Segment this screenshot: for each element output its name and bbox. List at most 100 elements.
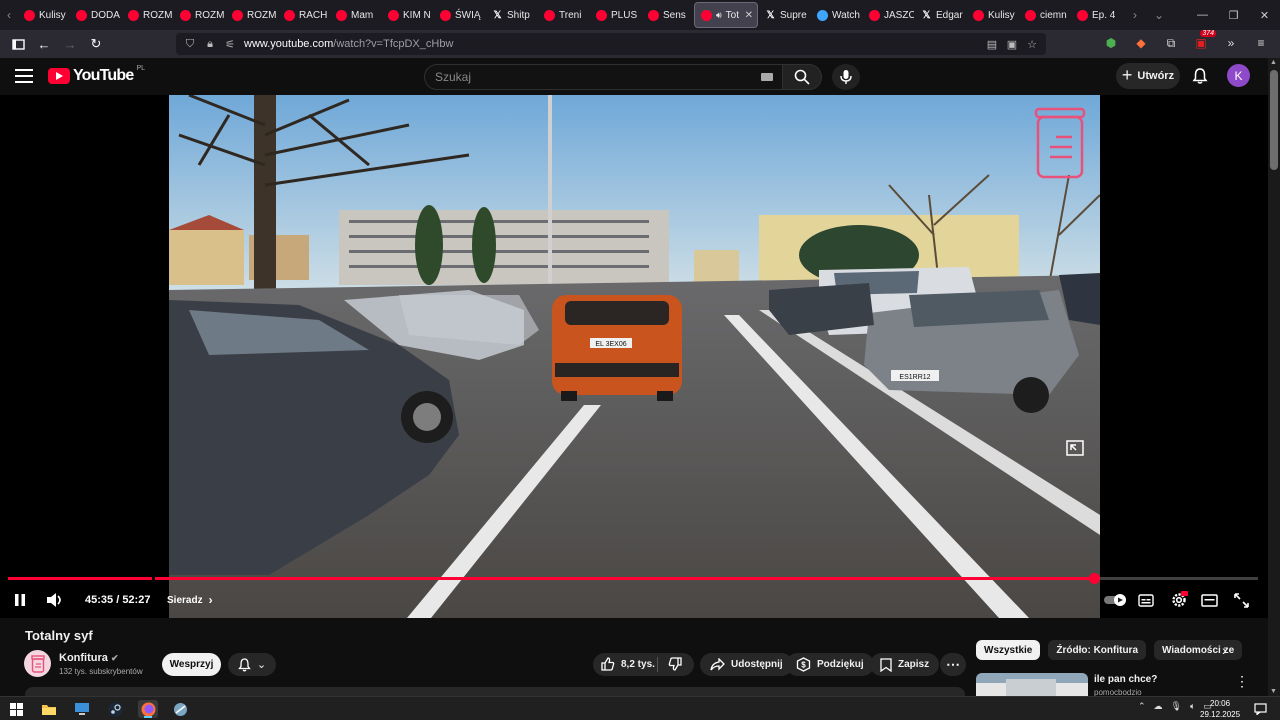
permissions-icon[interactable]: ⚟	[224, 38, 236, 51]
browser-tab[interactable]: ROZM	[226, 2, 277, 28]
filter-chip[interactable]: Źródło: Konfitura	[1048, 640, 1147, 660]
pip-icon[interactable]: ▣	[1006, 38, 1018, 51]
dislike-button[interactable]	[668, 657, 682, 676]
close-tab-icon[interactable]: ✕	[745, 10, 753, 21]
app-icon[interactable]	[170, 700, 190, 718]
browser-tab[interactable]: Watch	[811, 2, 862, 28]
guide-menu-icon[interactable]	[15, 69, 33, 87]
notifications-center-icon[interactable]	[1250, 700, 1270, 718]
browser-tab[interactable]: 𝕏 Supre	[759, 2, 810, 28]
tray-overflow-icon[interactable]: ⌃	[1138, 701, 1146, 712]
address-bar[interactable]: ⛉ 🔒︎ ⚟ www.youtube.com/watch?v=TfcpDX_cH…	[176, 33, 1046, 55]
notification-extension-icon[interactable]: ▣ 374	[1192, 30, 1216, 52]
firefox-icon[interactable]	[138, 700, 158, 718]
browser-tab[interactable]: DODA	[70, 2, 121, 28]
page-scrollbar[interactable]: ▲ ▼	[1268, 58, 1280, 696]
browser-tab[interactable]: ciemn	[1019, 2, 1070, 28]
reload-icon[interactable]: ↻	[84, 32, 108, 56]
description-box[interactable]	[25, 687, 965, 696]
channel-avatar[interactable]	[24, 650, 51, 677]
forward-icon[interactable]: →	[58, 32, 82, 56]
tab-scroll-left-icon[interactable]: ‹	[0, 0, 18, 30]
search-input[interactable]: Szukaj	[424, 64, 784, 90]
shield-icon[interactable]: ⛉	[184, 38, 196, 51]
recommended-menu-icon[interactable]: ⋮	[1235, 673, 1249, 690]
chips-next-icon[interactable]: ›	[1222, 642, 1227, 658]
notifications-bell-icon[interactable]	[1191, 67, 1209, 85]
reader-view-icon[interactable]: ▤	[986, 38, 998, 51]
lock-icon[interactable]: 🔒︎	[204, 38, 216, 51]
steam-icon[interactable]	[105, 700, 125, 718]
browser-tab[interactable]: Sens	[642, 2, 693, 28]
browser-tab[interactable]: Treni	[538, 2, 589, 28]
file-explorer-icon[interactable]	[39, 700, 59, 718]
browser-tab[interactable]: RACH	[278, 2, 329, 28]
browser-tab[interactable]: Kulisy	[18, 2, 69, 28]
like-button[interactable]: 8,2 tys.	[601, 657, 655, 671]
mute-button[interactable]	[46, 589, 64, 611]
filter-chip[interactable]: Wiadomości ze	[1154, 640, 1243, 660]
progress-bar[interactable]	[8, 573, 1258, 584]
browser-tab[interactable]: Ep. 4	[1071, 2, 1122, 28]
browser-tab[interactable]: ROZM	[174, 2, 225, 28]
youtube-logo[interactable]: YouTube PL	[48, 65, 145, 85]
browser-tab[interactable]: Mam	[330, 2, 381, 28]
chapter-button[interactable]: Sieradz ›	[167, 589, 213, 611]
create-button[interactable]: + Utwórz	[1116, 63, 1180, 89]
recommended-thumbnail[interactable]	[976, 673, 1088, 696]
browser-tab[interactable]: PLUS	[590, 2, 641, 28]
ublock-icon[interactable]: ⬢	[1102, 34, 1120, 52]
pause-button[interactable]	[13, 589, 27, 611]
speaker-icon[interactable]: 🔈︎	[1190, 701, 1195, 712]
app-menu-icon[interactable]: ≡	[1252, 34, 1270, 52]
minimize-icon[interactable]: —	[1187, 0, 1218, 30]
scroll-up-icon[interactable]: ▲	[1270, 59, 1277, 66]
support-button[interactable]: Wesprzyj	[162, 653, 221, 676]
bookmark-star-icon[interactable]: ☆	[1026, 38, 1038, 51]
video-frame[interactable]: EL 3EX06 ES1RR12	[169, 95, 1100, 618]
search-button[interactable]	[782, 64, 822, 90]
browser-tab[interactable]: 🔊︎ Tot ✕	[694, 2, 758, 28]
settings-button[interactable]	[1170, 589, 1188, 611]
scroll-down-icon[interactable]: ▼	[1270, 688, 1277, 695]
video-player[interactable]: EL 3EX06 ES1RR12 45:35 / 52:27 Sieradz ›	[0, 95, 1268, 618]
browser-tab[interactable]: Kulisy	[967, 2, 1018, 28]
audio-playing-icon[interactable]: 🔊︎	[716, 10, 722, 21]
subscription-bell-button[interactable]: ⌄	[228, 653, 276, 676]
browser-tab[interactable]: 𝕏 Edgar	[915, 2, 966, 28]
onedrive-icon[interactable]: ☁︎	[1154, 701, 1163, 712]
browser-tab[interactable]: ŚWIĄ	[434, 2, 485, 28]
more-actions-button[interactable]: ⋯	[940, 653, 966, 676]
browser-tab[interactable]: JASZC	[863, 2, 914, 28]
taskbar-clock[interactable]: 20:06 29.12.2025	[1200, 698, 1240, 720]
remote-desktop-icon[interactable]	[72, 700, 92, 718]
channel-name[interactable]: Konfitura ✔︎	[59, 652, 119, 664]
start-windows-icon[interactable]	[6, 700, 26, 718]
expand-overlay-icon[interactable]	[1066, 440, 1084, 456]
scrollbar-thumb[interactable]	[1270, 70, 1278, 170]
channel-watermark-icon[interactable]	[1034, 107, 1086, 179]
tab-scroll-right-icon[interactable]: ›	[1126, 0, 1144, 30]
tab-list-chevron-icon[interactable]: ⌄	[1150, 0, 1168, 30]
back-icon[interactable]: ←	[32, 32, 56, 56]
url-text[interactable]: www.youtube.com/watch?v=TfcpDX_cHbw	[244, 38, 453, 50]
filter-chip[interactable]: Wszystkie	[976, 640, 1041, 660]
close-window-icon[interactable]: ✕	[1249, 0, 1280, 30]
account-avatar[interactable]: K	[1227, 64, 1250, 87]
restore-icon[interactable]: ❐	[1218, 0, 1249, 30]
fullscreen-button[interactable]	[1234, 589, 1249, 611]
save-button[interactable]: Zapisz	[870, 653, 940, 676]
autoplay-toggle[interactable]	[1103, 589, 1127, 611]
sidebar-toggle-icon[interactable]	[6, 32, 30, 56]
extensions-puzzle-icon[interactable]: ⧉	[1162, 34, 1180, 52]
theater-mode-button[interactable]	[1201, 589, 1218, 611]
keyboard-icon[interactable]	[761, 73, 773, 81]
fox-extension-icon[interactable]: ◆	[1132, 34, 1150, 52]
browser-tab[interactable]: 𝕏 Shitp	[486, 2, 537, 28]
share-button[interactable]: Udostępnij	[700, 653, 793, 676]
mic-tray-icon[interactable]: 🎙︎	[1171, 701, 1182, 712]
browser-tab[interactable]: ROZM	[122, 2, 173, 28]
voice-search-button[interactable]	[832, 64, 860, 90]
browser-tab[interactable]: KIM N	[382, 2, 433, 28]
overflow-chevrons-icon[interactable]: »	[1222, 34, 1240, 52]
